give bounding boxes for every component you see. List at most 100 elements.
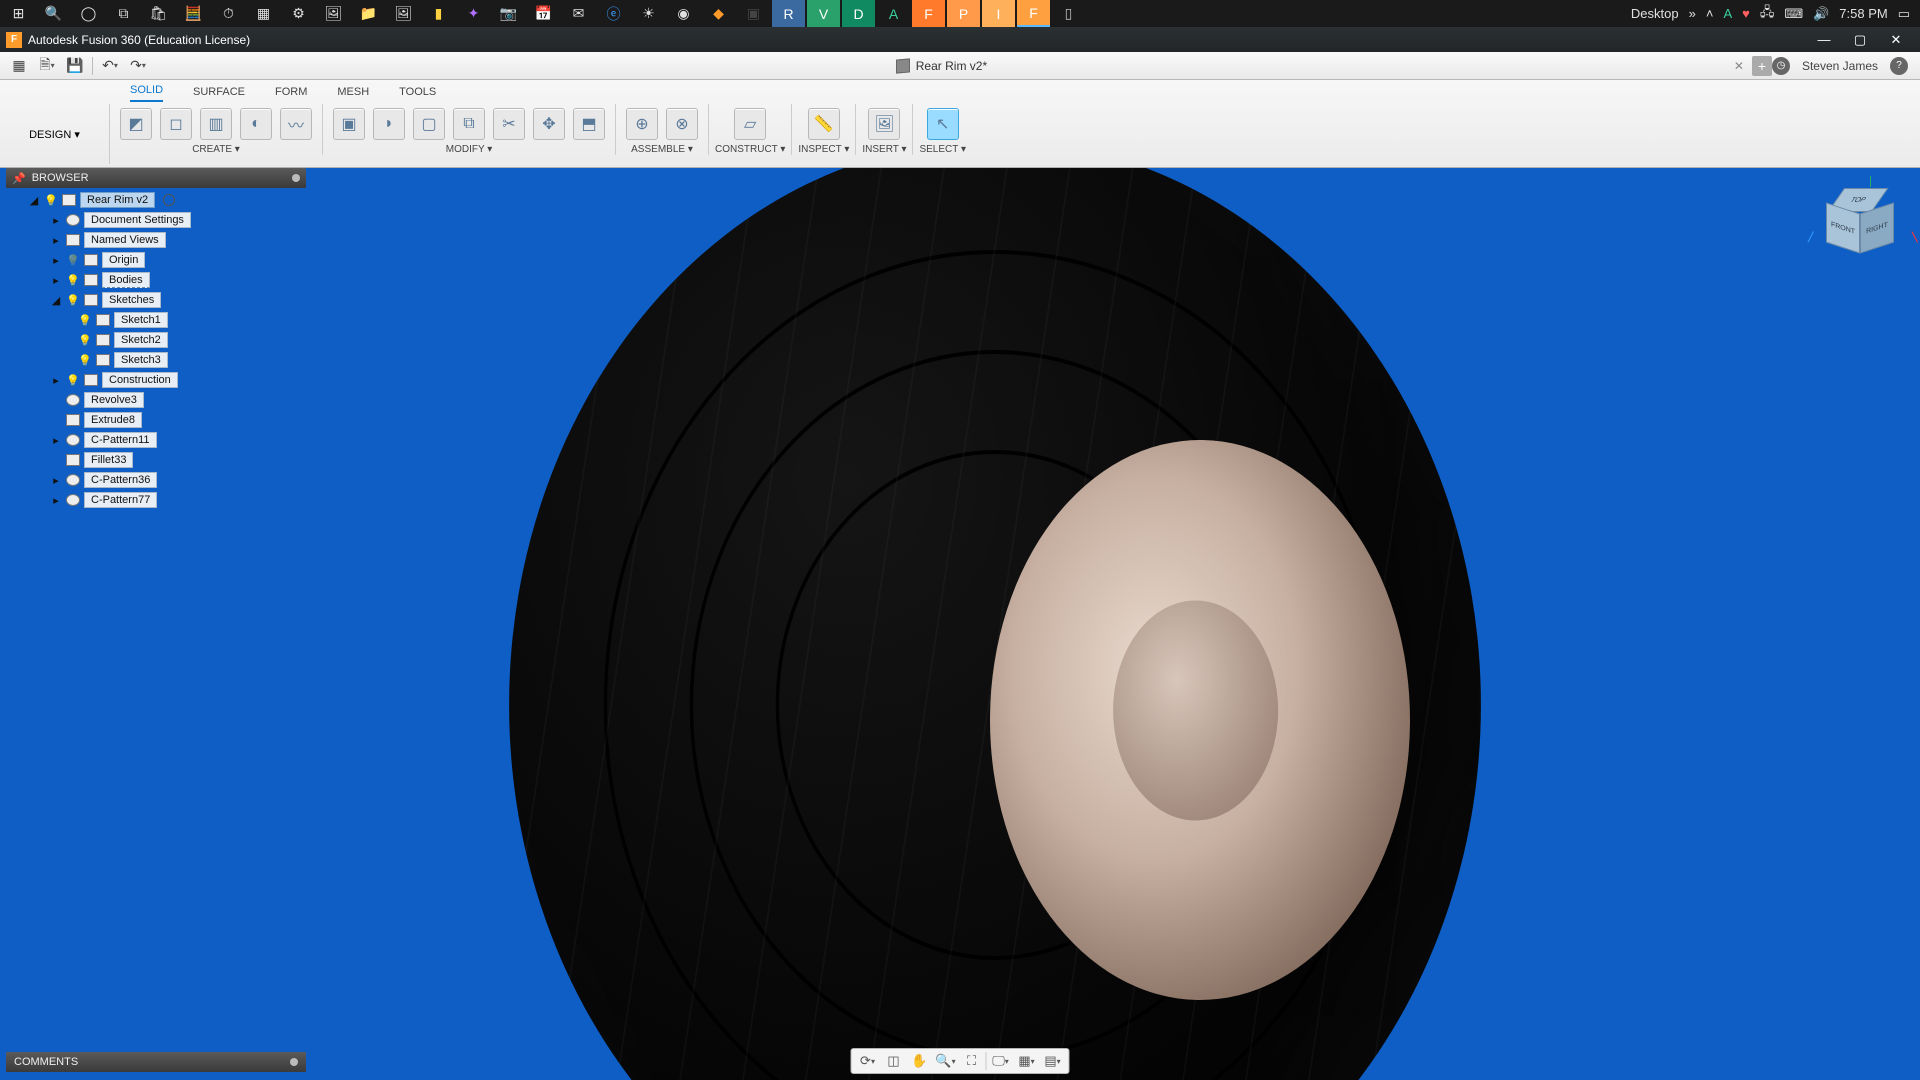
- app5-icon[interactable]: F: [912, 0, 945, 27]
- zoom-button[interactable]: 🔍: [934, 1050, 958, 1072]
- shell-icon[interactable]: ▢: [413, 108, 445, 140]
- tray-net-icon[interactable]: 🖧: [1760, 3, 1775, 25]
- tab-close-button[interactable]: ✕: [1734, 59, 1744, 73]
- tray-cloud-icon[interactable]: ♥: [1742, 6, 1750, 21]
- data-panel-button[interactable]: ▦: [8, 55, 30, 77]
- photos-icon[interactable]: 🖼: [387, 0, 420, 27]
- settings-icon[interactable]: ⚙: [282, 0, 315, 27]
- new-sketch-icon[interactable]: ◩: [120, 108, 152, 140]
- pan-button[interactable]: ✋: [908, 1050, 932, 1072]
- modify-label[interactable]: MODIFY ▾: [446, 144, 493, 155]
- window-max-button[interactable]: ▢: [1842, 32, 1878, 48]
- calendar-icon[interactable]: 📅: [527, 0, 560, 27]
- tree-sketch3[interactable]: 💡 Sketch3: [6, 350, 306, 370]
- extensions-button[interactable]: ◷: [1772, 57, 1790, 75]
- file-menu-button[interactable]: 🗎: [36, 55, 58, 77]
- split-icon[interactable]: ✂: [493, 108, 525, 140]
- browser-header[interactable]: 📌 BROWSER: [6, 168, 306, 188]
- combine-icon[interactable]: ⧉: [453, 108, 485, 140]
- look-at-button[interactable]: ◫: [882, 1050, 906, 1072]
- tree-fillet33[interactable]: Fillet33: [6, 450, 306, 470]
- user-name[interactable]: Steven James: [1802, 59, 1878, 73]
- weather-icon[interactable]: ☀: [632, 0, 665, 27]
- images-icon[interactable]: 🖼: [317, 0, 350, 27]
- steam-icon[interactable]: ◉: [667, 0, 700, 27]
- store-icon[interactable]: 🛍: [142, 0, 175, 27]
- blank-icon[interactable]: ▯: [1052, 0, 1085, 27]
- window-min-button[interactable]: —: [1806, 32, 1842, 48]
- app4-icon[interactable]: ▣: [737, 0, 770, 27]
- save-button[interactable]: 💾: [64, 55, 86, 77]
- app2-icon[interactable]: ✦: [457, 0, 490, 27]
- grid-button[interactable]: ▦: [1015, 1050, 1039, 1072]
- app1-icon[interactable]: ▦: [247, 0, 280, 27]
- assemble-label[interactable]: ASSEMBLE ▾: [631, 144, 693, 155]
- tab-form[interactable]: FORM: [275, 86, 307, 102]
- undo-button[interactable]: ↶: [99, 55, 121, 77]
- app7-icon[interactable]: I: [982, 0, 1015, 27]
- view-cube[interactable]: │ ╲ ╱ TOP FRONT RIGHT: [1820, 186, 1890, 256]
- cortana-icon[interactable]: ◯: [72, 0, 105, 27]
- edge-icon[interactable]: ⓔ: [597, 0, 630, 27]
- mail-icon[interactable]: ✉: [562, 0, 595, 27]
- search-icon[interactable]: 🔍: [37, 0, 70, 27]
- tree-sketch1[interactable]: 💡 Sketch1: [6, 310, 306, 330]
- joint-icon[interactable]: ⊕: [626, 108, 658, 140]
- create-label[interactable]: CREATE ▾: [192, 144, 240, 155]
- presspull-icon[interactable]: ▣: [333, 108, 365, 140]
- browser-pin-icon[interactable]: 📌: [12, 172, 26, 185]
- tree-named-views[interactable]: ▸ Named Views: [6, 230, 306, 250]
- revit-icon[interactable]: R: [772, 0, 805, 27]
- tree-sketches[interactable]: ◢💡 Sketches: [6, 290, 306, 310]
- display-button[interactable]: 🖵: [989, 1050, 1013, 1072]
- tray-keyboard-icon[interactable]: ⌨: [1784, 6, 1803, 22]
- comments-settings-icon[interactable]: [290, 1058, 298, 1066]
- orbit-button[interactable]: ⟳: [856, 1050, 880, 1072]
- box-icon[interactable]: ◻: [160, 108, 192, 140]
- select-label[interactable]: SELECT ▾: [919, 144, 966, 155]
- viewports-button[interactable]: ▤: [1041, 1050, 1065, 1072]
- taskview-icon[interactable]: ⧉: [107, 0, 140, 27]
- tree-sketch2[interactable]: 💡 Sketch2: [6, 330, 306, 350]
- dynamo-icon[interactable]: D: [842, 0, 875, 27]
- inspect-label[interactable]: INSPECT ▾: [798, 144, 849, 155]
- tree-construction[interactable]: ▸💡 Construction: [6, 370, 306, 390]
- camera-icon[interactable]: 📷: [492, 0, 525, 27]
- revolve-icon[interactable]: ◐: [240, 108, 272, 140]
- tree-revolve3[interactable]: Revolve3: [6, 390, 306, 410]
- tree-doc-settings[interactable]: ▸ Document Settings: [6, 210, 306, 230]
- start-icon[interactable]: ⊞: [2, 0, 35, 27]
- browser-settings-icon[interactable]: [292, 174, 300, 182]
- tree-root[interactable]: ◢💡 Rear Rim v2: [6, 190, 306, 210]
- tray-clock[interactable]: 7:58 PM: [1839, 6, 1887, 21]
- vault-icon[interactable]: V: [807, 0, 840, 27]
- clock-icon[interactable]: ⏱: [212, 0, 245, 27]
- workspace-switcher[interactable]: DESIGN ▾: [0, 104, 110, 164]
- tab-tools[interactable]: TOOLS: [399, 86, 436, 102]
- app6-icon[interactable]: P: [947, 0, 980, 27]
- select-icon[interactable]: ↖: [927, 108, 959, 140]
- activate-radio[interactable]: [163, 194, 175, 206]
- tab-solid[interactable]: SOLID: [130, 84, 163, 102]
- tree-bodies[interactable]: ▸💡 Bodies: [6, 270, 306, 290]
- tab-surface[interactable]: SURFACE: [193, 86, 245, 102]
- desktop-chev-icon[interactable]: »: [1689, 6, 1696, 21]
- tree-extrude8[interactable]: Extrude8: [6, 410, 306, 430]
- fusion-taskbar-icon[interactable]: F: [1017, 0, 1050, 27]
- insert-label[interactable]: INSERT ▾: [862, 144, 906, 155]
- tray-autodesk-icon[interactable]: A: [1723, 6, 1732, 21]
- window-close-button[interactable]: ✕: [1878, 32, 1914, 48]
- extrude-icon[interactable]: ▥: [200, 108, 232, 140]
- fillet-icon[interactable]: ◗: [373, 108, 405, 140]
- construct-label[interactable]: CONSTRUCT ▾: [715, 144, 785, 155]
- explorer-icon[interactable]: 📁: [352, 0, 385, 27]
- calc-icon[interactable]: 🧮: [177, 0, 210, 27]
- tree-cpattern36[interactable]: ▸ C-Pattern36: [6, 470, 306, 490]
- desktop-label[interactable]: Desktop: [1631, 6, 1679, 21]
- tree-cpattern77[interactable]: ▸ C-Pattern77: [6, 490, 306, 510]
- as-built-icon[interactable]: ⊗: [666, 108, 698, 140]
- fit-button[interactable]: ⛶: [960, 1050, 984, 1072]
- plane-icon[interactable]: ▱: [734, 108, 766, 140]
- insert-icon[interactable]: 🖼: [868, 108, 900, 140]
- redo-button[interactable]: ↷: [127, 55, 149, 77]
